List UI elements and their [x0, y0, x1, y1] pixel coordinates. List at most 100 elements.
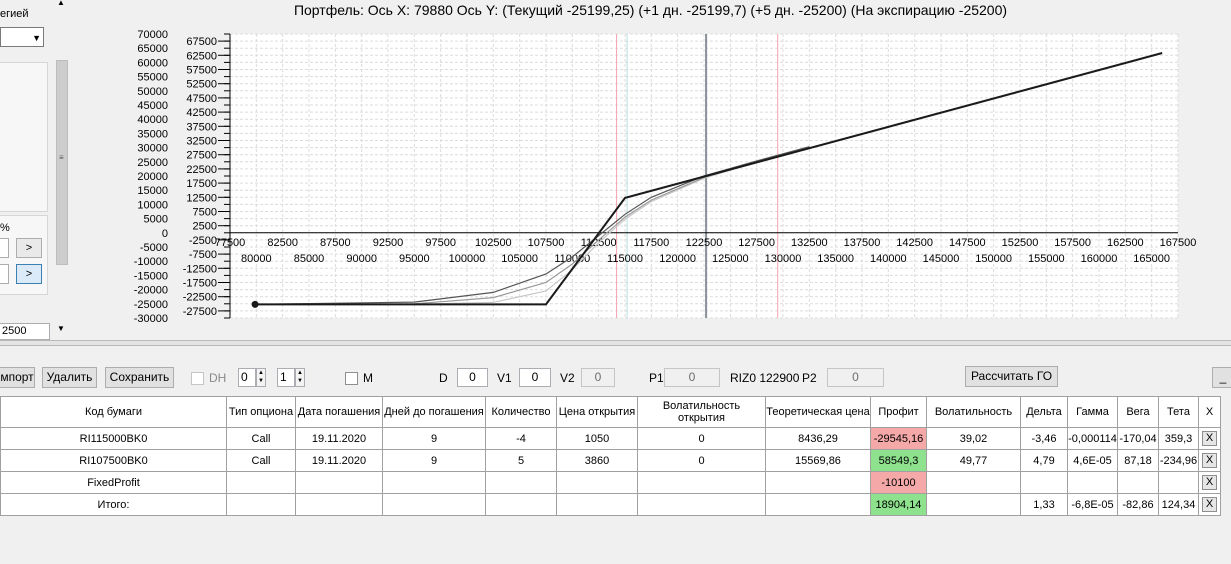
- import-button[interactable]: мпорт: [0, 367, 35, 388]
- riz-label: RIZ0 122900: [730, 371, 800, 385]
- x-tick-label: 137500: [844, 237, 881, 249]
- percent-label: %: [0, 222, 10, 234]
- payoff-chart[interactable]: 7000065000600005500050000450004000035000…: [70, 22, 1231, 322]
- table-cell: [382, 471, 486, 494]
- table-cell: FixedProfit: [0, 471, 227, 494]
- panel-splitter[interactable]: [0, 340, 1231, 346]
- y-tick-label: 40000: [137, 114, 168, 126]
- y-tick-label: 62500: [186, 50, 217, 62]
- spin1-field[interactable]: 0: [238, 368, 256, 387]
- y-tick-label: 10000: [137, 199, 168, 211]
- table-cell: 8436,29: [765, 427, 871, 450]
- chevron-down-icon: ▼: [32, 33, 41, 43]
- y-tick-label: -2500: [189, 235, 217, 247]
- x-tick-label: 115000: [607, 253, 643, 265]
- y-tick-label: 25000: [137, 157, 168, 169]
- column-header[interactable]: Дней до погашения: [382, 396, 486, 428]
- arrow-button-2[interactable]: >: [16, 264, 42, 284]
- x-tick-label: 107500: [528, 237, 565, 249]
- y-tick-label: 35000: [137, 128, 168, 140]
- arrow-button-1[interactable]: >: [16, 238, 42, 258]
- m-checkbox[interactable]: [345, 372, 358, 385]
- value-field[interactable]: 2500: [0, 323, 50, 340]
- y-tick-label: 47500: [186, 93, 217, 105]
- column-header[interactable]: Гамма: [1067, 396, 1118, 428]
- spin2-field[interactable]: 1: [277, 368, 295, 387]
- column-header[interactable]: Цена открытия: [556, 396, 638, 428]
- delete-row-button[interactable]: X: [1202, 475, 1217, 490]
- d-label: D: [439, 371, 448, 385]
- x-tick-label: 95000: [399, 253, 430, 265]
- column-header[interactable]: Профит: [870, 396, 927, 428]
- table-row[interactable]: RI107500BK0 Call 19.11.2020 9 5 3860 0 15569,86…: [0, 449, 1221, 472]
- table-cell: -4: [485, 427, 557, 450]
- column-header[interactable]: Количество: [485, 396, 557, 428]
- percent-field-2[interactable]: [0, 264, 9, 284]
- strategy-dropdown[interactable]: ▼: [0, 27, 44, 47]
- p1-label: P1: [649, 371, 664, 385]
- save-button[interactable]: Сохранить: [105, 367, 174, 388]
- x-tick-label: 77500: [215, 237, 246, 249]
- table-cell: [295, 471, 383, 494]
- table-cell: -29545,16: [870, 427, 927, 450]
- column-header[interactable]: Тип опциона: [226, 396, 296, 428]
- column-header[interactable]: Теоретическая цена: [765, 396, 871, 428]
- x-tick-label: 145000: [923, 253, 960, 265]
- table-row[interactable]: Итого: 18904,14 1,33 -6,8E-05 -82,86 124,34 X: [0, 493, 1221, 516]
- spin2-stepper[interactable]: ▲ ▼: [295, 368, 305, 387]
- y-tick-label: -12500: [183, 263, 217, 275]
- y-tick-label: 7500: [193, 207, 217, 219]
- column-header[interactable]: X: [1198, 396, 1221, 428]
- table-cell: -170,04: [1117, 427, 1159, 450]
- x-tick-label: 132500: [791, 237, 828, 249]
- table-cell: -234,96: [1158, 449, 1199, 472]
- x-tick-label: 122500: [686, 237, 723, 249]
- table-cell: 3860: [556, 449, 638, 472]
- column-header[interactable]: Волатильность: [926, 396, 1021, 428]
- p1-field: 0: [664, 368, 720, 387]
- y-tick-label: -7500: [189, 249, 217, 261]
- scroll-down-icon[interactable]: ▼: [57, 324, 65, 333]
- spin1-stepper[interactable]: ▲ ▼: [256, 368, 266, 387]
- column-header[interactable]: Код бумаги: [0, 396, 227, 428]
- delete-row-cell: X: [1198, 471, 1221, 494]
- scroll-thumb[interactable]: ≡: [56, 60, 68, 265]
- delete-row-button[interactable]: X: [1202, 431, 1217, 446]
- table-cell: 9: [382, 427, 486, 450]
- percent-field-1[interactable]: [0, 238, 9, 258]
- table-cell: -10100: [870, 471, 927, 494]
- delete-row-button[interactable]: X: [1202, 497, 1217, 512]
- scroll-up-icon[interactable]: ▲: [57, 0, 65, 7]
- v1-field[interactable]: 0: [519, 368, 551, 387]
- table-cell: [295, 493, 383, 516]
- strategy-label: егией: [0, 8, 29, 20]
- dh-checkbox[interactable]: [191, 372, 204, 385]
- table-cell: [926, 493, 1021, 516]
- y-tick-label: 37500: [186, 121, 217, 133]
- x-tick-label: 82500: [267, 237, 298, 249]
- table-cell: 87,18: [1117, 449, 1159, 472]
- table-row[interactable]: RI115000BK0 Call 19.11.2020 9 -4 1050 0 8436,29…: [0, 427, 1221, 450]
- delete-row-button[interactable]: X: [1202, 453, 1217, 468]
- column-header[interactable]: Тета: [1158, 396, 1199, 428]
- table-cell: -6,8E-05: [1067, 493, 1118, 516]
- x-tick-label: 142500: [896, 237, 933, 249]
- calc-go-button[interactable]: Рассчитать ГО: [965, 366, 1058, 387]
- x-tick-label: 85000: [294, 253, 325, 265]
- table-cell: 4,6E-05: [1067, 449, 1118, 472]
- table-cell: RI115000BK0: [0, 427, 227, 450]
- x-tick-label: 150000: [975, 253, 1012, 265]
- column-header[interactable]: Волатильность открытия: [637, 396, 766, 428]
- column-header[interactable]: Вега: [1117, 396, 1159, 428]
- table-cell: [926, 471, 1021, 494]
- table-cell: [485, 471, 557, 494]
- table-cell: -3,46: [1020, 427, 1068, 450]
- x-tick-label: 102500: [475, 237, 512, 249]
- delete-button[interactable]: Удалить: [42, 367, 97, 388]
- minimize-button[interactable]: _: [1212, 367, 1231, 388]
- column-header[interactable]: Дата погашения: [295, 396, 383, 428]
- table-row[interactable]: FixedProfit -10100 X: [0, 471, 1221, 494]
- column-header[interactable]: Дельта: [1020, 396, 1068, 428]
- d-field[interactable]: 0: [457, 368, 488, 387]
- table-cell: [226, 493, 296, 516]
